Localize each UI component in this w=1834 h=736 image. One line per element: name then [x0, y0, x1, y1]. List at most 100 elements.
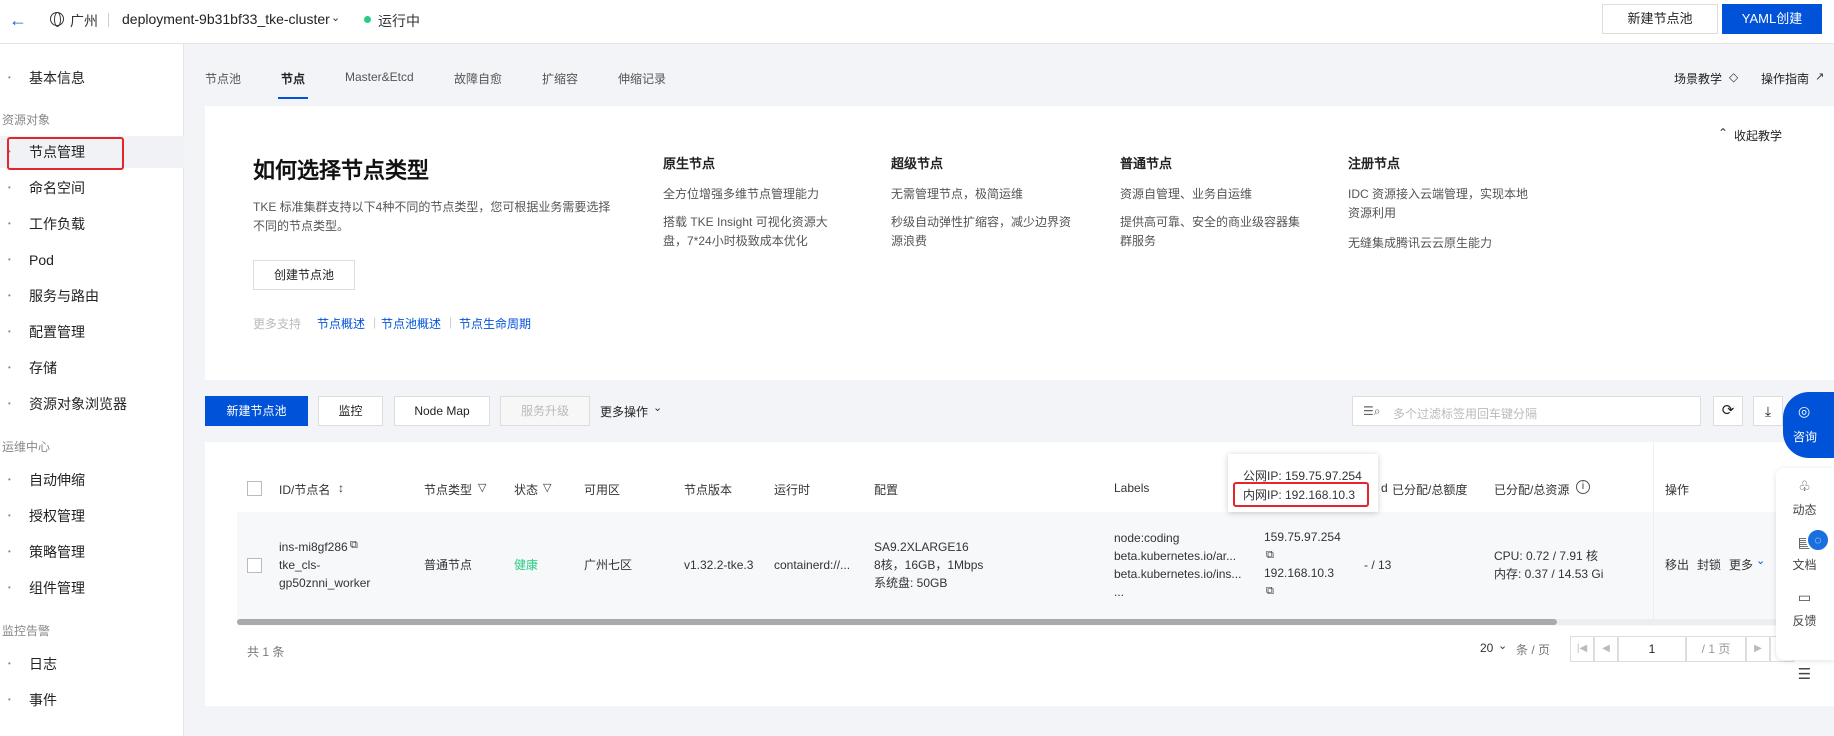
region-label[interactable]: 广州 [70, 11, 98, 31]
search-placeholder: 多个过滤标签用回车键分隔 [1393, 407, 1538, 421]
chat-bubble-icon[interactable]: ◌ [1806, 528, 1830, 552]
create-node-pool-button[interactable]: 创建节点池 [253, 260, 355, 290]
sidebar-item-components[interactable]: 组件管理 [0, 572, 184, 604]
col-native-title: 原生节点 [663, 156, 716, 171]
sidebar-item-config[interactable]: 配置管理 [0, 316, 184, 348]
sort-icon[interactable]: ↕ [338, 481, 344, 495]
menu-list-icon[interactable]: ☰ [1775, 665, 1834, 683]
header-alloc-resource: 已分配/总资源 [1494, 483, 1570, 497]
sidebar-item-events[interactable]: 事件 [0, 684, 184, 716]
horizontal-scrollbar-thumb[interactable] [237, 619, 1557, 625]
cordon-link[interactable]: 封锁 [1697, 556, 1721, 574]
header-zone: 可用区 [584, 483, 621, 497]
header-id[interactable]: ID/节点名 [279, 481, 330, 498]
col-registered-line1: IDC 资源接入云端管理，实现本地资源利用 [1348, 187, 1529, 220]
page-size-select[interactable]: 20 [1480, 641, 1493, 655]
guide-link[interactable]: 操作指南 [1761, 70, 1809, 87]
chevron-down-icon[interactable]: ⌄ [331, 11, 340, 24]
feedback-label[interactable]: 反馈 [1775, 612, 1834, 629]
scene-tutorial-link[interactable]: 场景教学 [1674, 70, 1722, 87]
node-id-link[interactable]: ins-mi8gf286 [279, 538, 348, 556]
sidebar-item-service-routing[interactable]: 服务与路由 [0, 280, 184, 312]
sidebar-item-autoscale[interactable]: 自动伸缩 [0, 464, 184, 496]
copy-icon[interactable]: ⧉ [1266, 585, 1274, 598]
tab-self-healing[interactable]: 故障自愈 [454, 70, 502, 87]
chevron-down-icon[interactable]: ⌄ [1756, 554, 1765, 567]
page-total: / 1 页 [1686, 636, 1746, 662]
header-labels: Labels [1114, 481, 1150, 495]
alloc-cpu: CPU: 0.72 / 7.91 核 [1494, 549, 1599, 563]
download-icon[interactable]: ⤓ [1753, 396, 1783, 426]
link-node-lifecycle[interactable]: 节点生命周期 [459, 315, 531, 332]
remove-link[interactable]: 移出 [1665, 556, 1689, 574]
tab-scaling[interactable]: 扩缩容 [542, 70, 578, 87]
back-arrow-icon[interactable]: ← [6, 10, 30, 30]
consult-button[interactable] [1783, 392, 1834, 458]
col-native-line1: 全方位增强多维节点管理能力 [663, 187, 820, 201]
sidebar-item-resource-browser[interactable]: 资源对象浏览器 [0, 388, 184, 420]
next-page-button[interactable]: ▶ [1746, 636, 1770, 662]
sidebar-item-basic-info[interactable]: 基本信息 [0, 62, 184, 94]
sidebar-item-namespace[interactable]: 命名空间 [0, 172, 184, 204]
new-node-pool-button[interactable]: 新建节点池 [1602, 4, 1718, 34]
filter-icon[interactable]: ▽ [543, 481, 551, 494]
cluster-selector[interactable]: deployment-9b31bf33_tke-cluster [122, 11, 330, 27]
header-type: 节点类型 [424, 483, 473, 497]
graduation-cap-icon: ◇ [1729, 70, 1739, 84]
search-input[interactable]: ☰⌕ 多个过滤标签用回车键分隔 [1352, 396, 1701, 426]
refresh-icon[interactable]: ⟳ [1713, 396, 1743, 426]
yaml-create-button[interactable]: YAML创建 [1722, 4, 1822, 34]
node-status: 健康 [514, 558, 539, 572]
node-map-button[interactable]: Node Map [394, 396, 490, 426]
col-super-line1: 无需管理节点，极简运维 [891, 187, 1024, 201]
total-count: 共 1 条 [247, 645, 285, 659]
chevron-down-icon: ⌄ [1498, 640, 1508, 652]
per-page-label: 条 / 页 [1516, 643, 1551, 657]
more-operations-dropdown[interactable]: 更多操作 [600, 403, 648, 420]
globe-icon [50, 12, 64, 27]
sidebar-item-auth[interactable]: 授权管理 [0, 500, 184, 532]
more-link[interactable]: 更多 [1729, 556, 1753, 574]
collapse-tutorial-button[interactable]: 收起教学 [1734, 127, 1782, 144]
service-upgrade-button[interactable]: 服务升级 [500, 396, 590, 426]
sidebar-item-pod[interactable]: Pod [0, 244, 184, 276]
collapse-up-icon[interactable]: ⌃ [1718, 126, 1728, 140]
copy-icon[interactable]: ⧉ [350, 539, 358, 552]
col-super-line2: 秒级自动弹性扩缩容，减少边界资源浪费 [891, 215, 1072, 248]
tab-scaling-records[interactable]: 伸缩记录 [618, 70, 666, 87]
link-node-overview[interactable]: 节点概述 [317, 315, 365, 332]
new-pool-button[interactable]: 新建节点池 [205, 396, 308, 426]
label-item: node:coding [1114, 531, 1180, 545]
sidebar-item-policy[interactable]: 策略管理 [0, 536, 184, 568]
sidebar-item-logs[interactable]: 日志 [0, 648, 184, 680]
tab-nodes[interactable]: 节点 [281, 70, 305, 87]
row-checkbox[interactable] [247, 558, 262, 573]
sidebar-group-resources: 资源对象 [2, 113, 51, 127]
sidebar-group-monitoring: 监控告警 [2, 624, 51, 638]
info-icon[interactable]: i [1576, 480, 1590, 494]
monitor-button[interactable]: 监控 [318, 396, 383, 426]
tab-master-etcd[interactable]: Master&Etcd [345, 70, 414, 84]
header-ip-partial: d [1381, 481, 1388, 495]
feedback-icon[interactable]: ▭ [1775, 589, 1834, 606]
copy-icon[interactable]: ⧉ [1266, 549, 1274, 562]
sidebar-item-workload[interactable]: 工作负载 [0, 208, 184, 240]
tab-node-pool[interactable]: 节点池 [205, 70, 241, 87]
sidebar-group-ops: 运维中心 [2, 440, 51, 454]
first-page-button[interactable]: |◀ [1570, 636, 1594, 662]
header-version: 节点版本 [684, 483, 733, 497]
dynamic-icon[interactable]: ♧ [1775, 478, 1834, 495]
filter-icon[interactable]: ▽ [478, 481, 486, 494]
doc-label[interactable]: 文档 [1775, 556, 1834, 573]
prev-page-button[interactable]: ◀ [1594, 636, 1618, 662]
dynamic-label[interactable]: 动态 [1775, 501, 1834, 518]
select-all-checkbox[interactable] [247, 481, 262, 496]
node-runtime: containerd://... [774, 558, 851, 572]
link-pool-overview[interactable]: 节点池概述 [381, 315, 441, 332]
sidebar-item-storage[interactable]: 存储 [0, 352, 184, 384]
config-spec: SA9.2XLARGE16 [874, 540, 969, 554]
header-config: 配置 [874, 483, 899, 497]
page-input[interactable]: 1 [1618, 636, 1686, 662]
label-item: ... [1114, 585, 1125, 599]
alloc-quota: - / 13 [1364, 558, 1392, 572]
